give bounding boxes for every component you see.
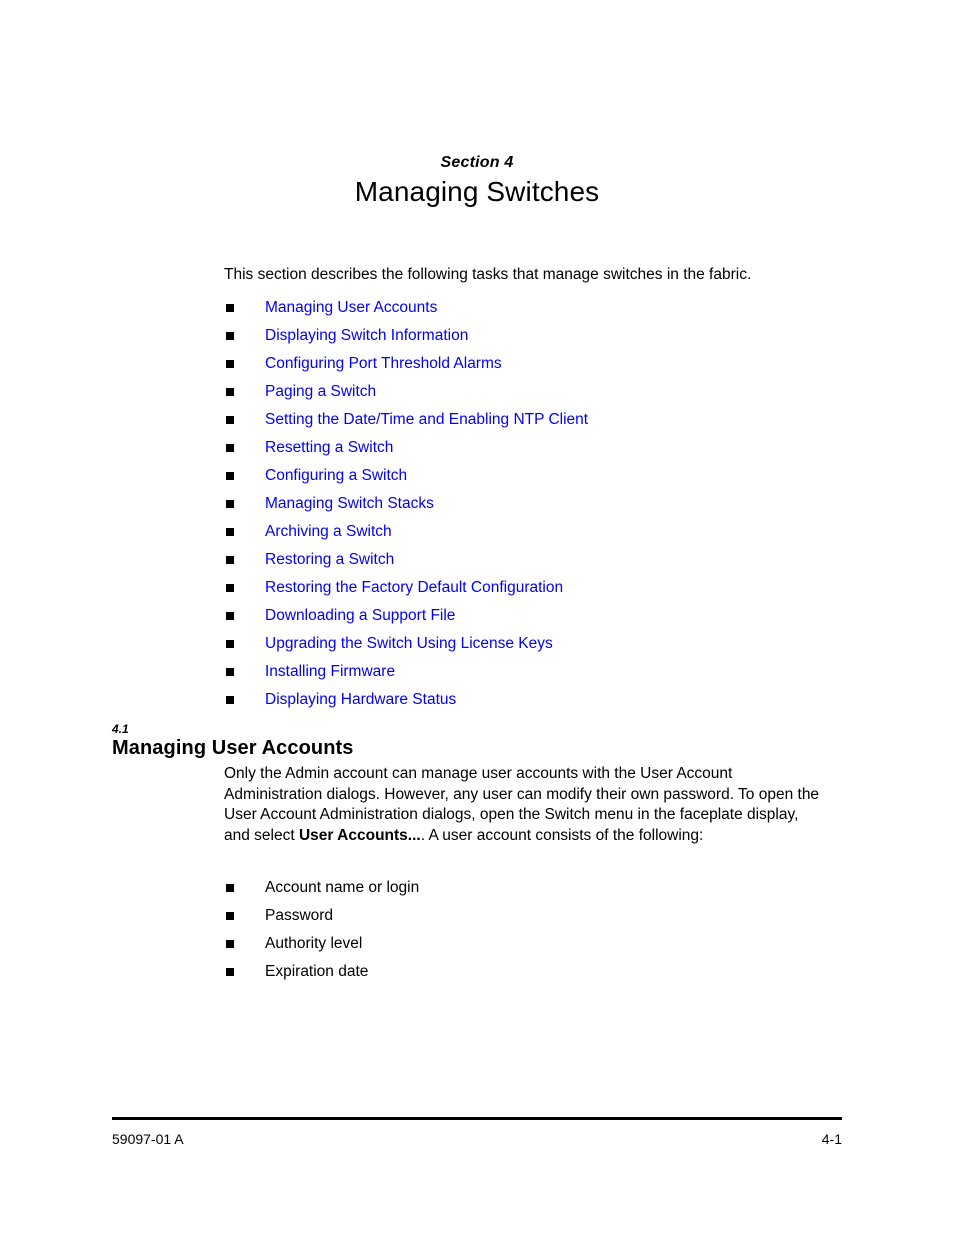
- list-item[interactable]: Configuring Port Threshold Alarms: [224, 350, 844, 378]
- task-link[interactable]: Managing Switch Stacks: [265, 490, 434, 518]
- section-label: Section 4: [440, 154, 514, 171]
- square-bullet-icon: [226, 884, 234, 892]
- account-attribute-label: Account name or login: [265, 879, 420, 896]
- account-attribute-label: Authority level: [265, 935, 363, 952]
- square-bullet-icon: [226, 556, 234, 564]
- task-link[interactable]: Setting the Date/Time and Enabling NTP C…: [265, 406, 588, 434]
- list-item[interactable]: Setting the Date/Time and Enabling NTP C…: [224, 406, 844, 434]
- task-link-list: Managing User Accounts Displaying Switch…: [224, 294, 844, 714]
- square-bullet-icon: [226, 612, 234, 620]
- square-bullet-icon: [226, 968, 234, 976]
- page-title: Managing Switches: [354, 176, 600, 207]
- square-bullet-icon: [226, 416, 234, 424]
- list-item: Expiration date: [224, 958, 844, 986]
- list-item[interactable]: Displaying Switch Information: [224, 322, 844, 350]
- list-item[interactable]: Managing Switch Stacks: [224, 490, 844, 518]
- task-link[interactable]: Restoring the Factory Default Configurat…: [265, 574, 563, 602]
- square-bullet-icon: [226, 388, 234, 396]
- account-attribute-label: Expiration date: [265, 963, 369, 980]
- task-link[interactable]: Installing Firmware: [265, 658, 395, 686]
- task-link[interactable]: Configuring a Switch: [265, 462, 407, 490]
- square-bullet-icon: [226, 360, 234, 368]
- subsection-number: 4.1: [112, 722, 129, 736]
- square-bullet-icon: [226, 472, 234, 480]
- intro-paragraph: This section describes the following tas…: [224, 266, 752, 283]
- footer-divider: [112, 1117, 842, 1120]
- task-link[interactable]: Displaying Switch Information: [265, 322, 468, 350]
- list-item[interactable]: Archiving a Switch: [224, 518, 844, 546]
- square-bullet-icon: [226, 940, 234, 948]
- square-bullet-icon: [226, 304, 234, 312]
- task-link[interactable]: Archiving a Switch: [265, 518, 392, 546]
- list-item[interactable]: Upgrading the Switch Using License Keys: [224, 630, 844, 658]
- task-link[interactable]: Displaying Hardware Status: [265, 686, 456, 714]
- list-item: Authority level: [224, 930, 844, 958]
- document-page: Section 4 Managing Switches This section…: [0, 0, 954, 1235]
- subsection-paragraph: Only the Admin account can manage user a…: [224, 764, 821, 846]
- list-item[interactable]: Installing Firmware: [224, 658, 844, 686]
- list-item[interactable]: Paging a Switch: [224, 378, 844, 406]
- square-bullet-icon: [226, 668, 234, 676]
- list-item[interactable]: Configuring a Switch: [224, 462, 844, 490]
- square-bullet-icon: [226, 696, 234, 704]
- paragraph-bold-term: User Accounts...: [298, 826, 421, 844]
- list-item[interactable]: Downloading a Support File: [224, 602, 844, 630]
- square-bullet-icon: [226, 640, 234, 648]
- list-item[interactable]: Restoring a Switch: [224, 546, 844, 574]
- square-bullet-icon: [226, 500, 234, 508]
- square-bullet-icon: [226, 444, 234, 452]
- list-item[interactable]: Restoring the Factory Default Configurat…: [224, 574, 844, 602]
- square-bullet-icon: [226, 332, 234, 340]
- task-link[interactable]: Downloading a Support File: [265, 602, 455, 630]
- list-item: Account name or login: [224, 874, 844, 902]
- account-attribute-label: Password: [265, 907, 334, 924]
- task-link[interactable]: Paging a Switch: [265, 378, 376, 406]
- square-bullet-icon: [226, 912, 234, 920]
- task-link[interactable]: Configuring Port Threshold Alarms: [265, 350, 502, 378]
- list-item[interactable]: Managing User Accounts: [224, 294, 844, 322]
- square-bullet-icon: [226, 528, 234, 536]
- subsection-title: Managing User Accounts: [112, 737, 354, 759]
- task-link[interactable]: Managing User Accounts: [265, 294, 437, 322]
- task-link[interactable]: Restoring a Switch: [265, 546, 394, 574]
- footer-page-number: 4-1: [821, 1131, 842, 1147]
- list-item[interactable]: Resetting a Switch: [224, 434, 844, 462]
- square-bullet-icon: [226, 584, 234, 592]
- account-attribute-list: Account name or login Password Authority…: [224, 874, 844, 986]
- paragraph-text-end: . A user account consists of the followi…: [420, 826, 704, 844]
- task-link[interactable]: Upgrading the Switch Using License Keys: [265, 630, 553, 658]
- task-link[interactable]: Resetting a Switch: [265, 434, 393, 462]
- list-item[interactable]: Displaying Hardware Status: [224, 686, 844, 714]
- list-item: Password: [224, 902, 844, 930]
